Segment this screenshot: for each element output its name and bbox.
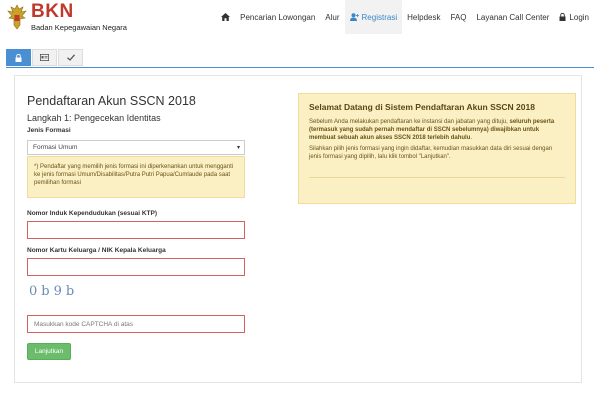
lock-icon <box>559 13 566 21</box>
logo-title[interactable]: BKN <box>31 1 74 23</box>
nav-login[interactable]: Login <box>554 0 594 34</box>
nav-label: Pencarian Lowongan <box>240 12 316 22</box>
kk-label: Nomor Kartu Keluarga / NIK Kepala Keluar… <box>27 247 166 254</box>
lanjutkan-button[interactable]: Lanjutkan <box>27 343 71 360</box>
nik-input[interactable] <box>27 221 245 239</box>
nav-label: FAQ <box>450 12 467 22</box>
welcome-title: Selamat Datang di Sistem Pendaftaran Aku… <box>309 102 535 112</box>
main-nav: Pencarian Lowongan Alur Registrasi Helpd… <box>216 0 594 34</box>
jenis-formasi-select[interactable]: Formasi Umum ▾ <box>27 140 245 155</box>
user-plus-icon <box>349 13 359 21</box>
nav-pencarian-lowongan[interactable]: Pencarian Lowongan <box>235 0 320 34</box>
kk-input[interactable] <box>27 258 245 276</box>
nav-label: Layanan Call Center <box>476 12 550 22</box>
nav-label: Helpdesk <box>407 12 441 22</box>
nav-call-center[interactable]: Layanan Call Center <box>471 0 554 34</box>
nav-label: Alur <box>325 12 340 22</box>
caret-down-icon: ▾ <box>236 145 240 151</box>
captcha-input[interactable] <box>27 315 245 333</box>
step-tabs <box>6 49 84 68</box>
tab-underline <box>6 67 594 68</box>
nav-label: Login <box>569 12 589 22</box>
step-title: Langkah 1: Pengecekan Identitas <box>27 113 161 123</box>
nav-faq[interactable]: FAQ <box>445 0 471 34</box>
captcha-image: 0b9b <box>29 284 79 299</box>
jenis-formasi-label: Jenis Formasi <box>27 127 71 134</box>
logo-subtitle: Badan Kepegawaian Negara <box>31 23 127 32</box>
welcome-box: Selamat Datang di Sistem Pendaftaran Aku… <box>298 93 576 204</box>
welcome-text: Sebelum Anda melakukan pendaftaran ke in… <box>309 118 565 142</box>
check-icon <box>66 54 75 61</box>
tab-confirmation[interactable] <box>58 49 83 66</box>
home-icon <box>221 13 231 21</box>
tab-data-entry[interactable] <box>32 49 57 66</box>
welcome-text-post: . <box>470 135 473 142</box>
nav-registrasi[interactable]: Registrasi <box>344 0 403 34</box>
page-title: Pendaftaran Akun SSCN 2018 <box>27 94 196 108</box>
tab-identity-check[interactable] <box>6 49 31 66</box>
nav-label: Registrasi <box>361 12 398 22</box>
header: BKN Badan Kepegawaian Negara Pencarian L… <box>0 0 600 38</box>
welcome-text-2: Silahkan pilih jenis formasi yang ingin … <box>309 146 553 161</box>
jenis-formasi-value: Formasi Umum <box>33 144 78 151</box>
nav-alur[interactable]: Alur <box>320 0 344 34</box>
nik-label: Nomor Induk Kependudukan (sesuai KTP) <box>27 210 158 217</box>
divider <box>309 177 565 178</box>
welcome-text-pre: Sebelum Anda melakukan pendaftaran ke in… <box>309 119 510 125</box>
id-card-icon <box>40 54 49 61</box>
garuda-emblem-icon <box>7 4 27 30</box>
nav-helpdesk[interactable]: Helpdesk <box>402 0 445 34</box>
formasi-note: *) Pendaftar yang memilih jenis formasi … <box>27 156 245 198</box>
registration-panel: Pendaftaran Akun SSCN 2018 Langkah 1: Pe… <box>14 75 582 383</box>
nav-home[interactable] <box>216 0 235 34</box>
lock-icon <box>15 53 22 62</box>
